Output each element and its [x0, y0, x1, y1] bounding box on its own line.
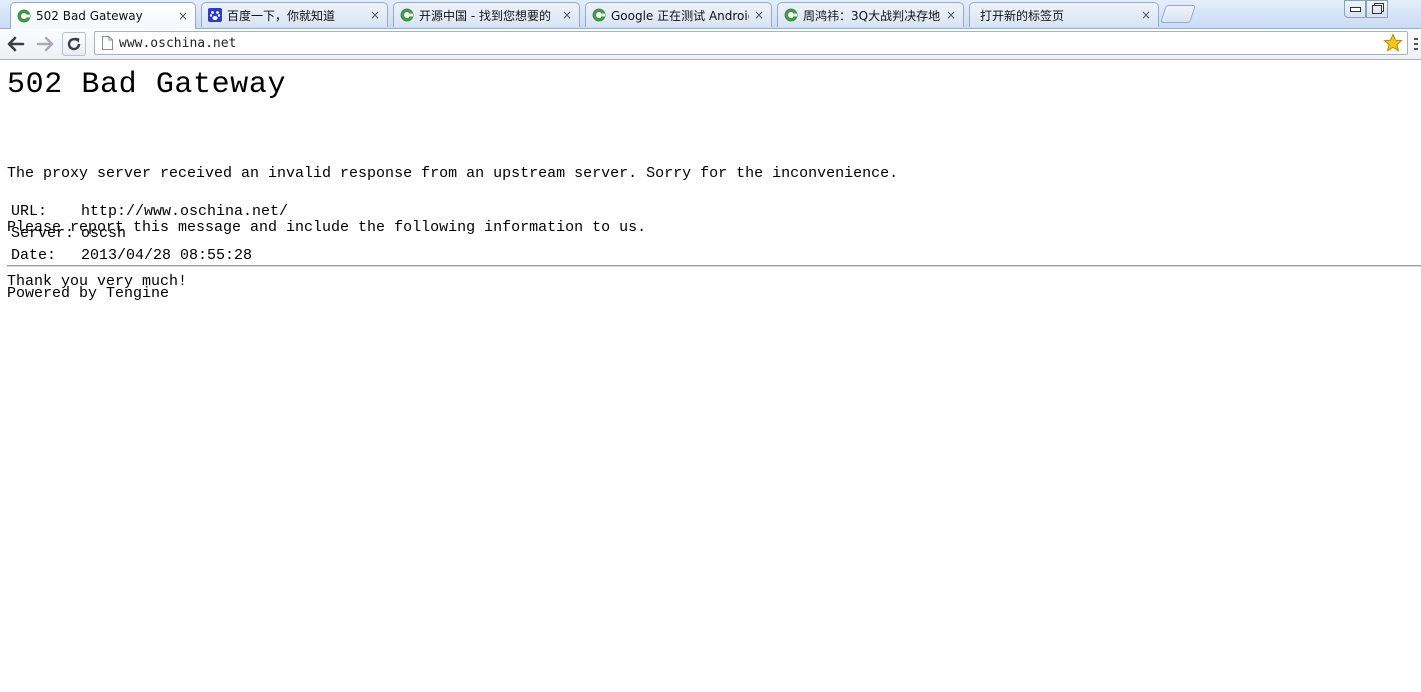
tab-title: 周鸿祎：3Q大战判决存地	[803, 8, 941, 23]
tab-close-icon[interactable]: ×	[369, 8, 381, 22]
minimize-icon	[1349, 6, 1361, 12]
forward-arrow-icon	[36, 36, 54, 52]
page-icon	[102, 36, 113, 50]
new-tab-button[interactable]	[1160, 5, 1196, 23]
tab-title: 开源中国 - 找到您想要的	[419, 8, 551, 23]
minimize-button[interactable]	[1344, 0, 1366, 18]
chrome-icon	[17, 9, 31, 23]
powered-by-footer: Powered by Tengine	[7, 285, 170, 302]
page-heading: 502 Bad Gateway	[7, 68, 287, 102]
tab-502-bad-gateway[interactable]: 502 Bad Gateway ×	[10, 2, 196, 29]
chrome-icon	[400, 8, 414, 22]
browser-toolbar	[0, 29, 1421, 60]
tab-title: 打开新的标签页	[980, 8, 1065, 23]
tab-baidu[interactable]: 百度一下，你就知道 ×	[201, 2, 388, 27]
reload-icon	[67, 37, 81, 51]
tab-close-icon[interactable]: ×	[945, 8, 957, 22]
divider	[7, 265, 1421, 267]
back-arrow-icon	[7, 36, 25, 52]
tab-title: 百度一下，你就知道	[227, 8, 336, 23]
tab-title: Google 正在测试 Android	[611, 8, 749, 23]
info-label-date: Date:	[11, 247, 57, 264]
baidu-paw-icon	[208, 8, 222, 22]
tab-close-icon[interactable]: ×	[1140, 8, 1152, 22]
chrome-icon	[784, 8, 798, 22]
info-value-url: http://www.oschina.net/	[81, 203, 289, 220]
tab-close-icon[interactable]: ×	[753, 8, 765, 22]
table-row: URL: http://www.oschina.net/	[8, 201, 291, 223]
address-bar[interactable]	[94, 31, 1408, 55]
info-value-server: oscsh	[81, 225, 127, 242]
tab-close-icon[interactable]: ×	[177, 9, 189, 23]
menu-icon	[1414, 38, 1418, 50]
restore-icon	[1372, 4, 1382, 14]
star-icon[interactable]	[1383, 33, 1403, 53]
info-value-date: 2013/04/28 08:55:28	[81, 247, 253, 264]
message-line: The proxy server received an invalid res…	[7, 165, 899, 182]
tab-new-tab-page[interactable]: 打开新的标签页 ×	[969, 2, 1159, 27]
error-info-table: URL: http://www.oschina.net/ Server: osc…	[8, 201, 291, 267]
url-input[interactable]	[119, 34, 1369, 52]
restore-button[interactable]	[1366, 0, 1388, 18]
tab-oschina[interactable]: 开源中国 - 找到您想要的 ×	[393, 2, 580, 27]
table-row: Date: 2013/04/28 08:55:28	[8, 245, 291, 267]
info-label-server: Server:	[11, 225, 75, 242]
tab-close-icon[interactable]: ×	[561, 8, 573, 22]
reload-button[interactable]	[62, 32, 86, 56]
page-content: 502 Bad Gateway The proxy server receive…	[0, 60, 1421, 692]
chrome-icon	[592, 8, 606, 22]
tab-google-android[interactable]: Google 正在测试 Android ×	[585, 2, 772, 27]
menu-button[interactable]	[1413, 36, 1419, 52]
tab-title: 502 Bad Gateway	[36, 9, 143, 23]
table-row: Server: oscsh	[8, 223, 291, 245]
tab-strip: 502 Bad Gateway × 百度一下，你就知道 × 开源中国 - 找到您…	[0, 0, 1421, 29]
forward-button[interactable]	[33, 32, 57, 56]
info-label-url: URL:	[11, 203, 48, 220]
tab-zhou-hongyi[interactable]: 周鸿祎：3Q大战判决存地 ×	[777, 2, 964, 27]
back-button[interactable]	[4, 32, 28, 56]
